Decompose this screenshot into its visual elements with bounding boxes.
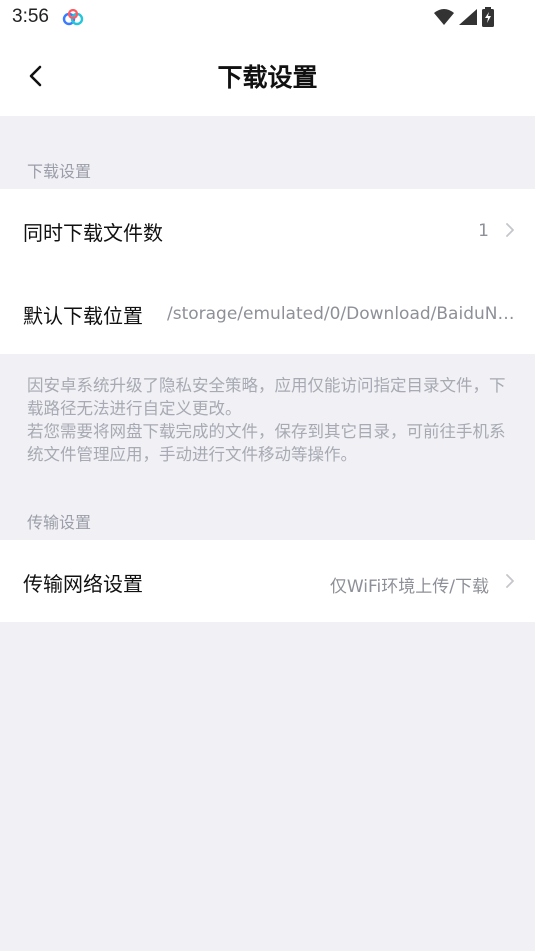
section-label-transfer: 传输设置: [27, 513, 92, 532]
battery-icon: [482, 7, 494, 27]
status-bar: 3:56: [0, 0, 535, 36]
chevron-right-icon: [506, 574, 514, 588]
status-time: 3:56: [12, 6, 49, 27]
note-paragraph: 因安卓系统升级了隐私安全策略，应用仅能访问指定目录文件，下载路径无法进行自定义更…: [27, 376, 506, 418]
row-label: 传输网络设置: [23, 572, 143, 596]
row-value: 仅WiFi环境上传/下载: [329, 577, 489, 597]
row-transfer-network[interactable]: 传输网络设置 仅WiFi环境上传/下载: [0, 540, 535, 622]
download-settings-card: 同时下载文件数 1 默认下载位置 /storage/emulated/0/Dow…: [0, 189, 535, 354]
row-value: 1: [478, 221, 489, 241]
row-concurrent-downloads[interactable]: 同时下载文件数 1: [0, 189, 535, 271]
top-nav-bar: 下载设置: [0, 36, 535, 116]
chevron-right-icon: [506, 223, 514, 237]
note-paragraph: 若您需要将网盘下载完成的文件，保存到其它目录，可前往手机系统文件管理应用，手动进…: [27, 422, 506, 464]
status-icons: [433, 7, 495, 27]
row-value: /storage/emulated/0/Download/BaiduNet…: [167, 304, 517, 324]
row-label: 同时下载文件数: [23, 221, 163, 245]
wifi-icon: [434, 9, 454, 25]
row-label: 默认下载位置: [23, 304, 143, 328]
section-label-download: 下载设置: [27, 162, 92, 181]
baidu-netdisk-icon: [62, 9, 84, 26]
transfer-settings-card: 传输网络设置 仅WiFi环境上传/下载: [0, 540, 535, 622]
signal-icon: [459, 9, 477, 25]
page-title: 下载设置: [217, 63, 318, 92]
row-default-download-location[interactable]: 默认下载位置 /storage/emulated/0/Download/Baid…: [0, 272, 535, 354]
privacy-note: 因安卓系统升级了隐私安全策略，应用仅能访问指定目录文件，下载路径无法进行自定义更…: [27, 374, 513, 466]
